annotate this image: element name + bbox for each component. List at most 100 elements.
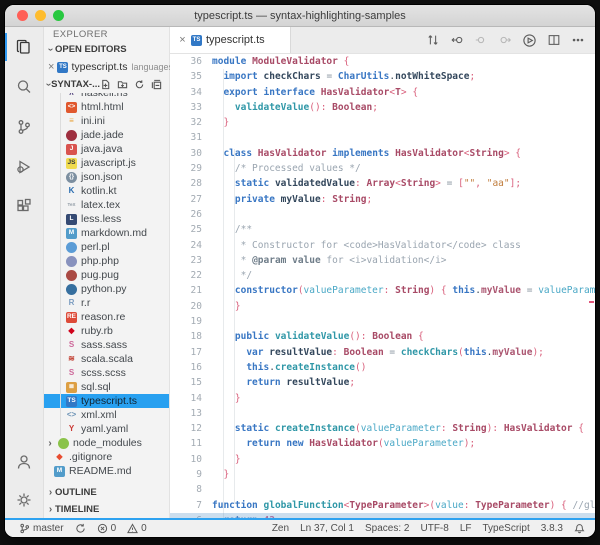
run-file-icon[interactable] bbox=[522, 33, 537, 48]
code-line[interactable]: 32 } bbox=[170, 115, 595, 130]
indent-guide bbox=[234, 149, 235, 504]
explorer-sidebar: EXPLORER › OPEN EDITORS × TS typescript.… bbox=[44, 27, 170, 518]
activity-bar bbox=[5, 27, 44, 518]
code-line[interactable]: 31 bbox=[170, 130, 595, 145]
markdown-file-icon: M bbox=[66, 228, 77, 239]
navigate-next-icon[interactable] bbox=[498, 33, 512, 47]
settings-button[interactable] bbox=[5, 482, 43, 518]
source-control-activity-button[interactable] bbox=[5, 107, 43, 147]
close-window-button[interactable] bbox=[17, 10, 28, 21]
account-button[interactable] bbox=[5, 442, 43, 482]
minimize-window-button[interactable] bbox=[35, 10, 46, 21]
tree-item-sql-sql[interactable]: ≣sql.sql bbox=[44, 380, 169, 394]
tree-item-ruby-rb[interactable]: ◆ruby.rb bbox=[44, 324, 169, 338]
tree-item-latex-tex[interactable]: TeXlatex.tex bbox=[44, 198, 169, 212]
zen-indicator[interactable]: Zen bbox=[272, 523, 289, 534]
tree-item-r-r[interactable]: Rr.r bbox=[44, 296, 169, 310]
r-file-icon: R bbox=[66, 298, 77, 309]
chevron-down-icon: › bbox=[43, 82, 54, 87]
tree-item-json-json[interactable]: {}json.json bbox=[44, 170, 169, 184]
compare-changes-icon[interactable] bbox=[426, 33, 440, 47]
files-icon bbox=[13, 36, 35, 58]
sass-file-icon: S bbox=[66, 340, 77, 351]
new-file-icon[interactable] bbox=[100, 79, 111, 90]
open-editors-header[interactable]: › OPEN EDITORS bbox=[44, 41, 169, 58]
close-tab-icon[interactable]: × bbox=[178, 34, 187, 46]
tree-item-reason-re[interactable]: REreason.re bbox=[44, 310, 169, 324]
code-line[interactable]: 33 validateValue(): Boolean; bbox=[170, 100, 595, 115]
explorer-activity-button[interactable] bbox=[5, 27, 43, 67]
language-mode[interactable]: TypeScript bbox=[483, 523, 530, 534]
tree-item-scss-scss[interactable]: Sscss.scss bbox=[44, 366, 169, 380]
tree-item-yaml-yaml[interactable]: Yyaml.yaml bbox=[44, 422, 169, 436]
code-line[interactable]: 36module ModuleValidator { bbox=[170, 54, 595, 69]
navigate-back-icon[interactable] bbox=[450, 33, 464, 47]
tree-item-jade-jade[interactable]: jade.jade bbox=[44, 128, 169, 142]
encoding-setting[interactable]: UTF-8 bbox=[420, 523, 448, 534]
bell-icon bbox=[574, 523, 585, 534]
tree-item-xml-xml[interactable]: <>xml.xml bbox=[44, 408, 169, 422]
tab-bar: × TS typescript.ts bbox=[170, 27, 595, 54]
more-actions-icon[interactable] bbox=[571, 33, 585, 47]
tree-item-pug-pug[interactable]: pug.pug bbox=[44, 268, 169, 282]
vscode-window: typescript.ts — syntax-highlighting-samp… bbox=[5, 5, 595, 537]
typescript-file-icon: TS bbox=[191, 35, 202, 46]
code-editor[interactable]: 36module ModuleValidator {35 import chec… bbox=[170, 54, 595, 518]
workspace-header[interactable]: › SYNTAX-... bbox=[44, 76, 169, 93]
ruby-file-icon: ◆ bbox=[66, 326, 77, 337]
notifications-button[interactable] bbox=[574, 523, 585, 534]
tree-item--gitignore[interactable]: ◆.gitignore bbox=[44, 450, 169, 464]
code-line[interactable]: 35 import checkChars = CharUtils.notWhit… bbox=[170, 69, 595, 84]
outline-header[interactable]: › OUTLINE bbox=[44, 484, 169, 501]
tree-item-readme-md[interactable]: MREADME.md bbox=[44, 464, 169, 477]
editor-actions bbox=[426, 27, 595, 53]
indentation-setting[interactable]: Spaces: 2 bbox=[365, 523, 409, 534]
split-editor-icon[interactable] bbox=[547, 33, 561, 47]
git-branch-status[interactable]: master bbox=[19, 523, 64, 534]
new-folder-icon[interactable] bbox=[117, 79, 128, 90]
eol-setting[interactable]: LF bbox=[460, 523, 472, 534]
timeline-header[interactable]: › TIMELINE bbox=[44, 501, 169, 518]
tree-item-markdown-md[interactable]: Mmarkdown.md bbox=[44, 226, 169, 240]
zoom-window-button[interactable] bbox=[53, 10, 64, 21]
open-editor-item[interactable]: × TS typescript.ts languages bbox=[44, 58, 169, 76]
sync-icon bbox=[75, 523, 86, 534]
tree-item-python-py[interactable]: python.py bbox=[44, 282, 169, 296]
sync-changes-status[interactable] bbox=[75, 523, 86, 534]
warnings-status[interactable]: 0 bbox=[127, 523, 147, 534]
code-line[interactable]: 34 export interface HasValidator<T> { bbox=[170, 85, 595, 100]
horizontal-scrollbar[interactable] bbox=[170, 513, 595, 518]
tree-item-scala-scala[interactable]: ≋scala.scala bbox=[44, 352, 169, 366]
close-icon[interactable]: × bbox=[48, 61, 54, 73]
cursor-position[interactable]: Ln 37, Col 1 bbox=[300, 523, 354, 534]
tree-item-ini-ini[interactable]: ≡ini.ini bbox=[44, 114, 169, 128]
navigate-prev-icon[interactable] bbox=[474, 33, 488, 47]
title-bar: typescript.ts — syntax-highlighting-samp… bbox=[5, 5, 595, 27]
tree-item-javascript-js[interactable]: JSjavascript.js bbox=[44, 156, 169, 170]
tree-item-node-modules[interactable]: ›node_modules bbox=[44, 436, 169, 450]
tree-item-typescript-ts[interactable]: TStypescript.ts bbox=[44, 394, 169, 408]
collapse-all-icon[interactable] bbox=[151, 79, 162, 90]
tree-item-less-less[interactable]: Lless.less bbox=[44, 212, 169, 226]
tree-item-php-php[interactable]: php.php bbox=[44, 254, 169, 268]
refresh-icon[interactable] bbox=[134, 79, 145, 90]
warning-icon bbox=[127, 523, 138, 534]
tree-item-html-html[interactable]: <>html.html bbox=[44, 100, 169, 114]
xml-file-icon: <> bbox=[66, 410, 77, 421]
less-file-icon: L bbox=[66, 214, 77, 225]
typescript-version[interactable]: 3.8.3 bbox=[541, 523, 563, 534]
run-debug-activity-button[interactable] bbox=[5, 147, 43, 187]
tree-item-perl-pl[interactable]: perl.pl bbox=[44, 240, 169, 254]
tree-item-haskell-hs[interactable]: λhaskell.hs bbox=[44, 93, 169, 100]
tree-item-java-java[interactable]: Jjava.java bbox=[44, 142, 169, 156]
json-file-icon: {} bbox=[66, 172, 77, 183]
tree-item-kotlin-kt[interactable]: Kkotlin.kt bbox=[44, 184, 169, 198]
tab-typescript-ts[interactable]: × TS typescript.ts bbox=[170, 27, 291, 53]
chevron-right-icon: › bbox=[46, 504, 55, 515]
errors-status[interactable]: 0 bbox=[97, 523, 117, 534]
source-control-icon bbox=[13, 116, 35, 138]
extensions-activity-button[interactable] bbox=[5, 187, 43, 227]
tree-item-sass-sass[interactable]: Ssass.sass bbox=[44, 338, 169, 352]
search-activity-button[interactable] bbox=[5, 67, 43, 107]
perl-file-icon bbox=[66, 242, 77, 253]
